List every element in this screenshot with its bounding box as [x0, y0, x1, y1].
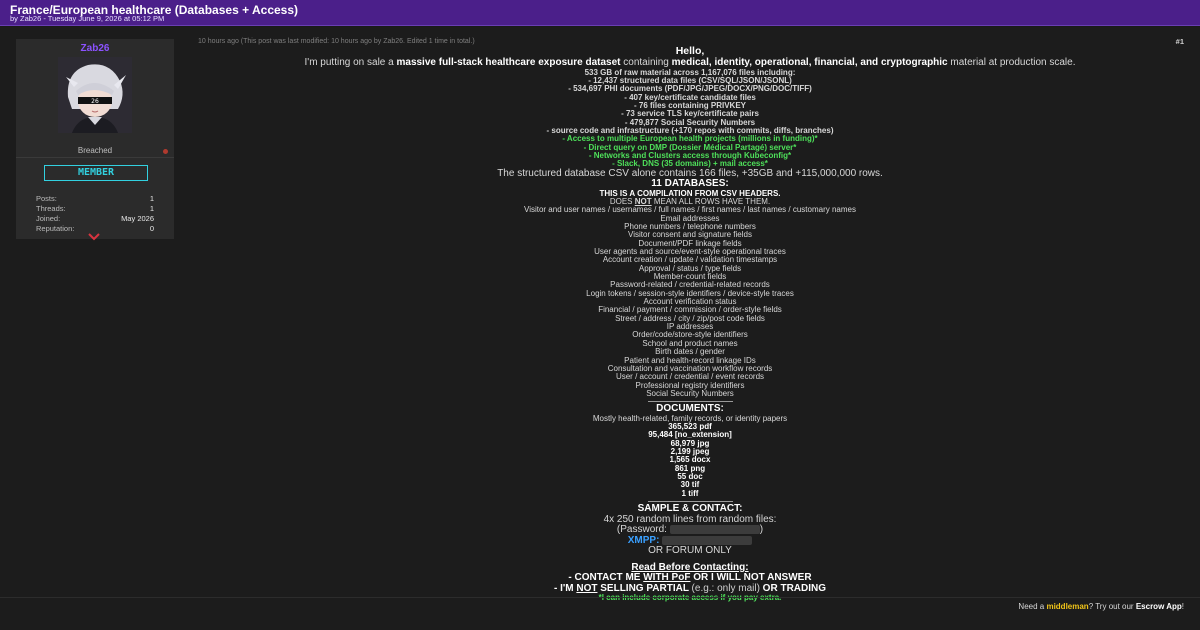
- post-container: Zab26 26 Breached MEMBER Posts: 1 Threads…: [0, 27, 1200, 630]
- field-line: Social Security Numbers: [646, 388, 734, 398]
- forum-only: OR FORUM ONLY: [648, 545, 732, 557]
- middleman-link[interactable]: middleman: [1046, 602, 1088, 611]
- stat-label: Joined:: [36, 214, 61, 223]
- sample-line: 4x 250 random lines from random files:: [603, 513, 777, 525]
- intro-bold: massive full-stack healthcare exposure d…: [396, 57, 621, 68]
- stat-label: Posts:: [36, 194, 57, 203]
- rule-text: SELLING PARTIAL: [597, 582, 692, 594]
- post-body: Hello, I'm putting on sale a massive ful…: [180, 46, 1200, 603]
- stat-value: May 2026: [121, 214, 154, 223]
- promo-text: !: [1181, 602, 1184, 611]
- intro-line: I'm putting on sale a massive full-stack…: [180, 57, 1200, 69]
- intro-text: containing: [620, 57, 672, 68]
- section-divider: [647, 501, 733, 503]
- intro-text: material at production scale.: [947, 57, 1076, 68]
- divider: [16, 157, 174, 158]
- stat-label: Threads:: [36, 204, 66, 213]
- rule-text: OR I WILL NOT ANSWER: [690, 572, 812, 584]
- rule-text: - CONTACT ME: [568, 572, 644, 584]
- password-label: (Password:: [616, 524, 670, 536]
- stat-label: Reputation:: [36, 224, 75, 233]
- rule-example: (e.g.: only mail): [691, 582, 760, 594]
- avatar-image: 26: [58, 57, 132, 133]
- intro-text: I'm putting on sale a: [304, 57, 397, 68]
- thread-byline: by Zab26 - Tuesday June 9, 2026 at 05:12…: [10, 14, 165, 23]
- reputation-chevron-icon[interactable]: [88, 233, 100, 241]
- xmpp-label: XMPP:: [627, 534, 660, 546]
- stat-value[interactable]: 1: [150, 204, 154, 214]
- redacted-xmpp: [662, 535, 753, 545]
- author-avatar[interactable]: 26: [58, 57, 132, 133]
- stat-row-threads: Threads: 1: [36, 204, 154, 214]
- rule-text: - I'M: [553, 582, 577, 594]
- rule-underlined: WITH PoF: [643, 572, 691, 584]
- stat-value[interactable]: 1: [150, 194, 154, 204]
- author-username[interactable]: Zab26: [16, 43, 174, 54]
- stat-value[interactable]: 0: [150, 224, 154, 234]
- section-divider: [647, 401, 733, 403]
- rank-badge: MEMBER: [44, 165, 148, 181]
- intro-bold: medical, identity, operational, financia…: [671, 57, 948, 68]
- rule-text: OR TRADING: [759, 582, 827, 594]
- thread-header: France/European healthcare (Databases + …: [0, 0, 1200, 26]
- post-footer-divider: [0, 597, 1200, 598]
- password-line: (Password: ): [180, 525, 1200, 536]
- author-stats: Posts: 1 Threads: 1 Joined: May 2026 Reputa…: [36, 194, 154, 234]
- greeting: Hello,: [675, 45, 705, 57]
- escrow-app-link[interactable]: Escrow App: [1136, 602, 1182, 611]
- stat-row-posts: Posts: 1: [36, 194, 154, 204]
- author-panel: Zab26 26 Breached MEMBER Posts: 1 Threads…: [16, 39, 174, 241]
- author-group: Breached: [77, 146, 113, 155]
- redacted-password: [669, 525, 760, 535]
- post-number-link[interactable]: #1: [1176, 37, 1184, 46]
- escrow-promo: Need a middleman? Try out our Escrow App…: [1018, 602, 1184, 611]
- doc-count: 1 tiff: [681, 488, 699, 498]
- stat-row-joined: Joined: May 2026: [36, 214, 154, 224]
- promo-text: Need a: [1018, 602, 1047, 611]
- post-meta: 10 hours ago (This post was last modifie…: [198, 38, 475, 45]
- avatar-tag: 26: [91, 98, 99, 105]
- status-dot-icon: [163, 149, 168, 154]
- rule-underlined: NOT: [576, 582, 598, 594]
- promo-text: ? Try out our: [1088, 602, 1136, 611]
- password-close: ): [759, 524, 764, 536]
